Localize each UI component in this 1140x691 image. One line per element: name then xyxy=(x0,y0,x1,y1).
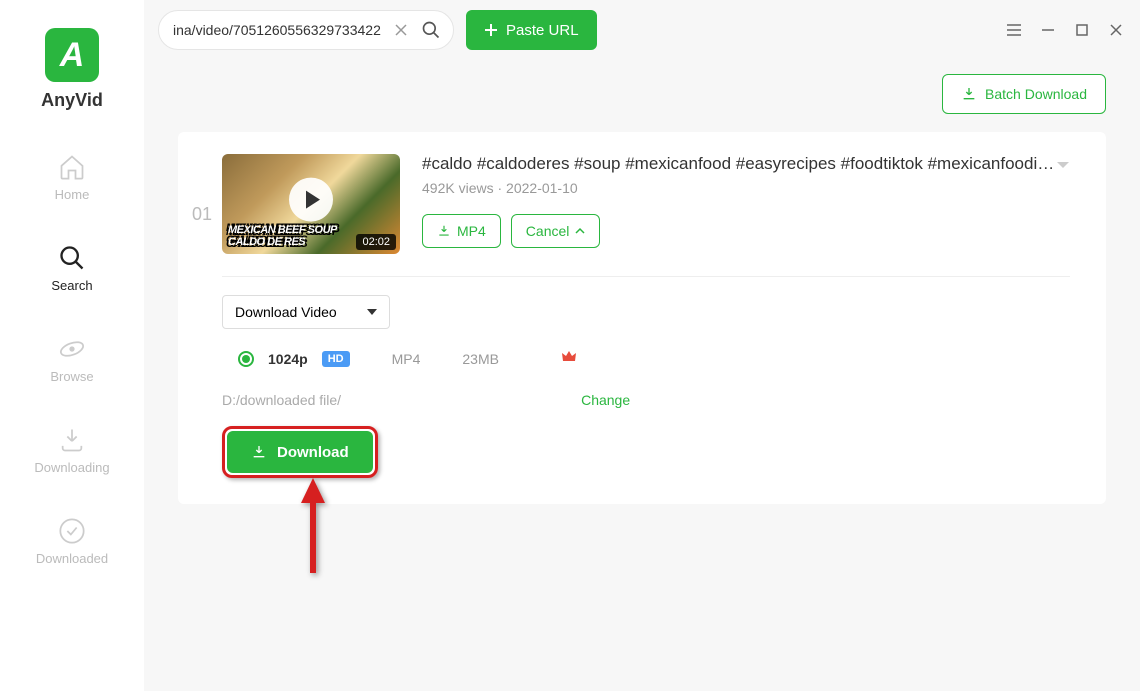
hd-badge: HD xyxy=(322,351,350,367)
browse-icon xyxy=(58,335,86,363)
chevron-down-icon[interactable] xyxy=(1056,158,1070,176)
home-icon xyxy=(58,153,86,181)
caret-down-icon xyxy=(367,309,377,315)
nav-search-label: Search xyxy=(51,278,92,293)
path-row: D:/downloaded file/ Change xyxy=(222,392,1070,408)
video-info: #caldo #caldoderes #soup #mexicanfood #e… xyxy=(422,154,1070,254)
video-actions: MP4 Cancel xyxy=(422,214,1070,248)
app-logo-letter: A xyxy=(60,36,85,75)
paste-url-button[interactable]: Paste URL xyxy=(466,10,597,50)
format-value: MP4 xyxy=(392,351,421,367)
download-button-label: Download xyxy=(277,444,349,461)
size-value: 23MB xyxy=(462,351,499,367)
search-input[interactable] xyxy=(173,22,391,38)
nav-home[interactable]: Home xyxy=(55,153,90,202)
batch-download-label: Batch Download xyxy=(985,86,1087,102)
nav-browse-label: Browse xyxy=(50,369,93,384)
downloaded-icon xyxy=(58,517,86,545)
result-index: 01 xyxy=(192,204,212,225)
quality-value: 1024p xyxy=(268,351,308,367)
cancel-label: Cancel xyxy=(526,223,570,239)
dropdown-label: Download Video xyxy=(235,304,337,320)
video-title: #caldo #caldoderes #soup #mexicanfood #e… xyxy=(422,154,1062,174)
minimize-icon[interactable] xyxy=(1038,20,1058,40)
video-duration: 02:02 xyxy=(356,234,396,250)
nav-downloaded[interactable]: Downloaded xyxy=(36,517,108,566)
download-type-dropdown[interactable]: Download Video xyxy=(222,295,390,329)
search-button[interactable] xyxy=(415,14,447,46)
window-controls xyxy=(1004,20,1126,40)
nav-downloaded-label: Downloaded xyxy=(36,551,108,566)
crown-icon xyxy=(561,349,577,368)
result-card: 01 Mexican Beef Soup Caldo de Res 02:02 … xyxy=(178,132,1106,504)
downloading-icon xyxy=(58,426,86,454)
nav-downloading[interactable]: Downloading xyxy=(34,426,109,475)
change-path-link[interactable]: Change xyxy=(581,392,630,408)
maximize-icon[interactable] xyxy=(1072,20,1092,40)
clear-icon[interactable] xyxy=(391,20,411,40)
content: 01 Mexican Beef Soup Caldo de Res 02:02 … xyxy=(144,132,1140,504)
radio-selected-icon[interactable] xyxy=(238,351,254,367)
menu-icon[interactable] xyxy=(1004,20,1024,40)
video-date: 2022-01-10 xyxy=(506,180,578,196)
batch-row: Batch Download xyxy=(144,60,1140,132)
video-views: 492K views xyxy=(422,180,494,196)
app-name: AnyVid xyxy=(41,90,103,111)
search-icon xyxy=(58,244,86,272)
app-logo: A xyxy=(45,28,99,82)
download-path: D:/downloaded file/ xyxy=(222,392,341,408)
play-icon xyxy=(289,178,333,222)
sidebar: A AnyVid Home Search Browse Downloading … xyxy=(0,0,144,691)
thumbnail-caption: Mexican Beef Soup Caldo de Res xyxy=(228,224,352,248)
video-meta: 492K views · 2022-01-10 xyxy=(422,180,1070,196)
nav-home-label: Home xyxy=(55,187,90,202)
main-area: Paste URL Batch Download 01 xyxy=(144,0,1140,691)
mp4-button[interactable]: MP4 xyxy=(422,214,501,248)
close-icon[interactable] xyxy=(1106,20,1126,40)
batch-download-button[interactable]: Batch Download xyxy=(942,74,1106,114)
video-thumbnail[interactable]: Mexican Beef Soup Caldo de Res 02:02 xyxy=(222,154,400,254)
download-button[interactable]: Download xyxy=(227,431,373,473)
nav-browse[interactable]: Browse xyxy=(50,335,93,384)
topbar: Paste URL xyxy=(144,0,1140,60)
nav-downloading-label: Downloading xyxy=(34,460,109,475)
cancel-button[interactable]: Cancel xyxy=(511,214,601,248)
quality-option-row[interactable]: 1024p HD MP4 23MB xyxy=(222,349,1070,368)
search-box xyxy=(158,10,454,50)
nav-search[interactable]: Search xyxy=(51,244,92,293)
video-row: 01 Mexican Beef Soup Caldo de Res 02:02 … xyxy=(222,154,1070,277)
download-options: Download Video 1024p HD MP4 23MB D:/dow xyxy=(222,277,1070,478)
mp4-label: MP4 xyxy=(457,223,486,239)
paste-url-label: Paste URL xyxy=(506,22,579,39)
download-button-highlight: Download xyxy=(222,426,378,478)
